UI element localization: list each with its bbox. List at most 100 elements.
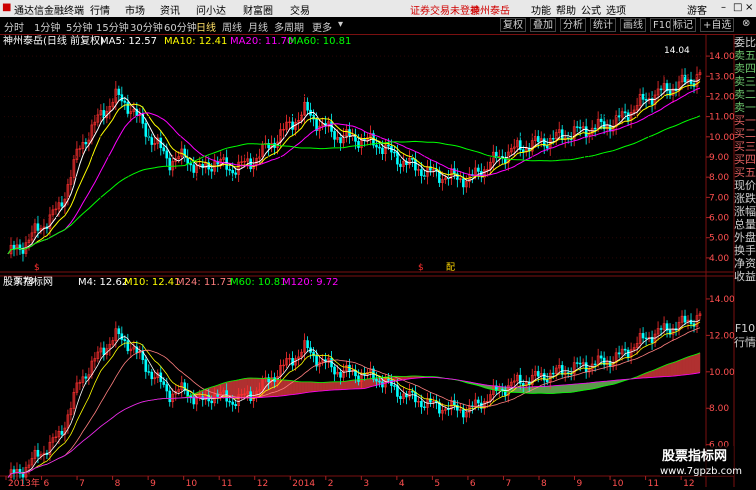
period-daily[interactable]: 日线 <box>196 19 216 34</box>
ma10-label: MA10: 12.41 <box>164 36 227 47</box>
main-y-tick-label: 8.00 <box>709 173 729 183</box>
period-15min[interactable]: 15分钟 <box>96 19 129 34</box>
band-segment <box>364 379 367 389</box>
close-panel-icon[interactable]: ⊗ <box>742 18 750 29</box>
close-icon[interactable]: × <box>745 2 753 13</box>
sub-candle-body <box>184 383 186 391</box>
sub-candle-body <box>375 379 377 381</box>
diejia-button[interactable]: 叠加 <box>530 18 556 32</box>
quote-item: 总量 <box>734 218 756 232</box>
menu-shichang[interactable]: 市场 <box>125 2 145 17</box>
quote-item: 买四 <box>734 153 756 167</box>
band-segment <box>691 355 694 374</box>
band-segment <box>350 380 353 389</box>
fenxi-button[interactable]: 分析 <box>560 18 586 32</box>
user-label[interactable]: 游客 <box>687 2 707 17</box>
band-segment <box>302 382 305 393</box>
add-watchlist-button[interactable]: +自选 <box>700 18 734 32</box>
band-segment <box>353 380 356 389</box>
quote-tab[interactable]: F10 <box>734 322 756 336</box>
sub-candle-body <box>363 374 365 375</box>
sub-candle-body <box>121 334 123 340</box>
period-30min[interactable]: 30分钟 <box>130 19 163 34</box>
ma20-label: MA20: 11.70 <box>230 36 293 47</box>
main-chart-title: 神州泰岳(日线 前复权) <box>3 34 104 47</box>
main-candles <box>10 67 701 262</box>
menu-hangqing[interactable]: 行情 <box>90 2 110 17</box>
menu-gongneng[interactable]: 功能 <box>531 2 551 17</box>
band-segment <box>670 363 673 377</box>
x-tick-label: 4 <box>399 479 405 487</box>
band-segment <box>592 382 595 389</box>
quote-item: 卖一 <box>734 101 756 115</box>
ma5-label: MA5: 12.57 <box>100 36 157 47</box>
menu-zixun[interactable]: 资讯 <box>160 2 180 17</box>
candle-body <box>334 131 336 139</box>
menu-gongshi[interactable]: 公式 <box>581 2 601 17</box>
band-segment <box>317 382 320 391</box>
menu-jiaoyi[interactable]: 交易 <box>290 2 310 17</box>
tongji-button[interactable]: 统计 <box>590 18 616 32</box>
candle-body <box>229 169 231 170</box>
sub-candle-body <box>37 450 39 456</box>
quote-item: 买二 <box>734 127 756 141</box>
title-bar: ■ 通达信金融终端 行情 市场 资讯 问小达 财富圈 交易 证券交易未登录 神州… <box>0 0 756 17</box>
x-tick-label: 7 <box>79 479 85 487</box>
period-multi[interactable]: 多周期 <box>274 19 304 34</box>
sub-candle-body <box>576 363 578 364</box>
kline-svg[interactable]: 神州泰岳(日线 前复权) MA5: 12.57 MA10: 12.41 MA20… <box>0 34 756 487</box>
band-segment <box>296 381 299 394</box>
candle-body <box>420 169 422 175</box>
app-logo-icon: ■ <box>2 2 11 13</box>
biaoji-button[interactable]: 标记 <box>670 18 696 32</box>
candle-body <box>381 148 383 154</box>
sub-candle-body <box>229 401 231 402</box>
minimize-icon[interactable]: – <box>721 2 726 13</box>
band-segment <box>553 386 556 394</box>
quote-item: 卖四 <box>734 62 756 76</box>
band-segment <box>556 385 559 393</box>
huaxian-button[interactable]: 画线 <box>620 18 646 32</box>
candle-body <box>357 141 359 147</box>
chart-area[interactable]: 神州泰岳(日线 前复权) MA5: 12.57 MA10: 12.41 MA20… <box>0 34 756 487</box>
band-segment <box>586 383 589 390</box>
period-toolbar: 分时 1分钟 5分钟 15分钟 30分钟 60分钟 日线 周线 月线 多周期 更… <box>0 17 756 35</box>
band-segment <box>679 359 682 375</box>
period-more[interactable]: 更多 <box>312 19 332 34</box>
period-5min[interactable]: 5分钟 <box>66 19 92 34</box>
period-1min[interactable]: 1分钟 <box>34 19 60 34</box>
band-segment <box>676 360 679 375</box>
band-segment <box>661 366 664 377</box>
menu-xuanxiang[interactable]: 选项 <box>606 2 626 17</box>
fuquan-button[interactable]: 复权 <box>500 18 526 32</box>
sub-candle-body <box>420 401 422 407</box>
x-tick-label: 6 <box>44 479 50 487</box>
x-tick-label: 3 <box>363 479 369 487</box>
band-segment <box>293 381 296 395</box>
sub-candle-body <box>103 348 105 355</box>
period-weekly[interactable]: 周线 <box>222 19 242 34</box>
period-monthly[interactable]: 月线 <box>248 19 268 34</box>
candle-body <box>594 128 596 129</box>
band-segment <box>544 386 547 393</box>
chevron-down-icon[interactable]: ▾ <box>338 19 343 30</box>
sub-candle-body <box>211 401 213 403</box>
candle-body <box>187 157 189 163</box>
x-tick-label: 8 <box>115 479 121 487</box>
candle-body <box>61 203 63 207</box>
quote-tab[interactable]: 行情 <box>734 336 756 350</box>
band-segment <box>233 380 236 398</box>
period-fenshi[interactable]: 分时 <box>4 19 24 34</box>
m60-label: M60: 10.81 <box>230 277 287 288</box>
band-segment <box>332 382 335 390</box>
candle-body <box>145 123 147 136</box>
menu-wenxiaoda[interactable]: 问小达 <box>196 2 226 17</box>
candle-body <box>127 102 129 113</box>
menu-caifuquan[interactable]: 财富圈 <box>243 2 273 17</box>
maximize-icon[interactable]: □ <box>733 2 742 13</box>
period-60min[interactable]: 60分钟 <box>164 19 197 34</box>
stock-tag: 神州泰岳 <box>470 2 510 17</box>
menu-bangzhu[interactable]: 帮助 <box>556 2 576 17</box>
band-segment <box>697 353 700 373</box>
x-tick-label: 8 <box>541 479 547 487</box>
